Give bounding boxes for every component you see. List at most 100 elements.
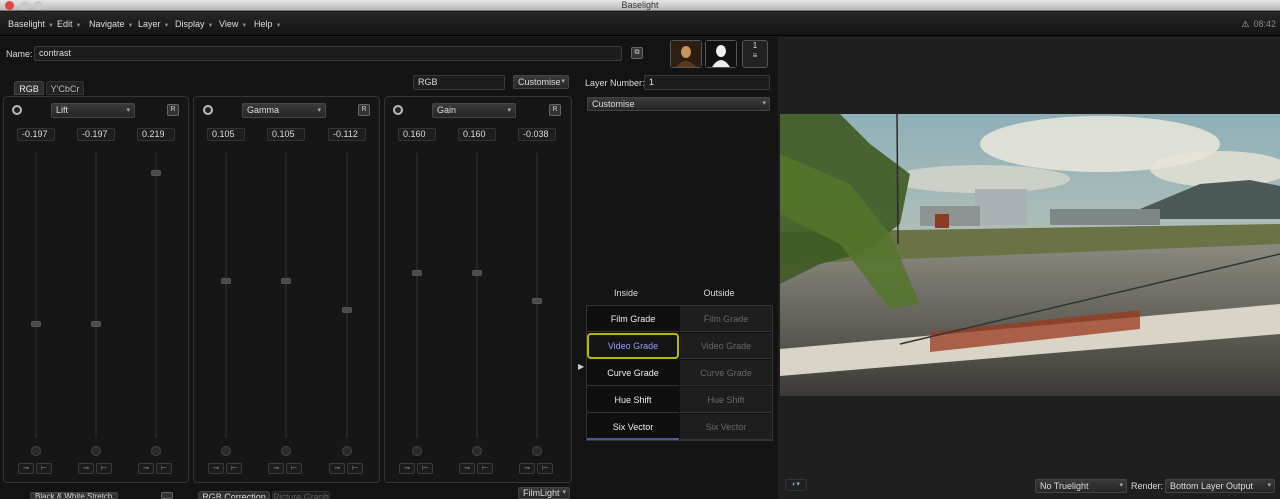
lift-blue-keyframe-icon[interactable]: ⊸: [138, 463, 154, 474]
tab-picture-graph[interactable]: Picture Graph: [272, 491, 330, 499]
gain-green-slider-handle[interactable]: [472, 269, 482, 276]
gain-green-value-field[interactable]: 0.160: [458, 128, 496, 141]
gamma-red-reset-knob[interactable]: [221, 446, 231, 456]
thumbnail-before[interactable]: [670, 40, 702, 68]
name-input[interactable]: contrast: [34, 46, 622, 61]
menu-layer[interactable]: Layer ▼: [138, 12, 169, 38]
gain-blue-reset-knob[interactable]: [532, 446, 542, 456]
menu-navigate[interactable]: Navigate ▼: [89, 12, 133, 38]
filmlight-select[interactable]: FilmLight ▾: [518, 487, 570, 499]
gamma-blue-reset-knob[interactable]: [342, 446, 352, 456]
lift-blue-value-field[interactable]: 0.219: [137, 128, 175, 141]
right-customise-select[interactable]: Customise ▾: [587, 97, 770, 111]
gain-enable-toggle[interactable]: [393, 105, 403, 115]
gain-blue-keyframe-icon[interactable]: ⊸: [519, 463, 535, 474]
six-vector-inside-button[interactable]: Six Vector: [587, 414, 679, 440]
lift-red-reset-knob[interactable]: [31, 446, 41, 456]
video-grade-inside-button[interactable]: Video Grade: [587, 333, 679, 359]
gamma-red-value-field[interactable]: 0.105: [207, 128, 245, 141]
gamma-reset-icon[interactable]: R: [358, 104, 370, 116]
gain-reset-icon[interactable]: R: [549, 104, 561, 116]
preset-menu-icon[interactable]: [161, 492, 173, 499]
video-grade-outside-button[interactable]: Video Grade: [680, 333, 772, 359]
gamma-red-keyframe-icon[interactable]: ⊸: [208, 463, 224, 474]
hue-shift-inside-button[interactable]: Hue Shift: [587, 387, 679, 413]
menu-view[interactable]: View ▼: [219, 12, 247, 38]
expand-arrow-icon[interactable]: ▶: [578, 362, 584, 371]
lift-red-keyframe-icon[interactable]: ⊸: [18, 463, 34, 474]
tab-rgb[interactable]: RGB: [14, 81, 44, 95]
layer-stack-button[interactable]: 1 ≡: [742, 40, 768, 68]
lift-red-graph-icon[interactable]: ⊢: [36, 463, 52, 474]
lift-green-keyframe-icon[interactable]: ⊸: [78, 463, 94, 474]
gamma-green-graph-icon[interactable]: ⊢: [286, 463, 302, 474]
gain-red-slider-handle[interactable]: [412, 269, 422, 276]
gain-green-graph-icon[interactable]: ⊢: [477, 463, 493, 474]
lift-enable-toggle[interactable]: [12, 105, 22, 115]
hue-shift-outside-button[interactable]: Hue Shift: [680, 387, 772, 413]
lift-green-value-field[interactable]: -0.197: [77, 128, 115, 141]
gamma-blue-keyframe-icon[interactable]: ⊸: [329, 463, 345, 474]
truelight-select[interactable]: No Truelight ▾: [1035, 479, 1127, 493]
lift-green-slider-handle[interactable]: [91, 321, 101, 328]
gain-green-slider-track[interactable]: [476, 153, 478, 438]
lift-green-graph-icon[interactable]: ⊢: [96, 463, 112, 474]
menu-display[interactable]: Display ▼: [175, 12, 213, 38]
gamma-blue-slider-handle[interactable]: [342, 306, 352, 313]
six-vector-outside-button[interactable]: Six Vector: [680, 414, 772, 440]
gain-red-value-field[interactable]: 0.160: [398, 128, 436, 141]
menu-help[interactable]: Help ▼: [254, 12, 281, 38]
preset-select[interactable]: Black & White Stretch: [30, 492, 118, 499]
gain-red-keyframe-icon[interactable]: ⊸: [399, 463, 415, 474]
lift-green-slider-track[interactable]: [95, 153, 97, 438]
gain-green-reset-knob[interactable]: [472, 446, 482, 456]
tab-ycbcr[interactable]: Y'CbCr: [46, 81, 84, 95]
lift-select[interactable]: Lift: [51, 103, 135, 118]
gain-red-graph-icon[interactable]: ⊢: [417, 463, 433, 474]
customise-select[interactable]: Customise ▾: [513, 75, 569, 89]
gain-red-slider-track[interactable]: [416, 153, 418, 438]
gamma-green-reset-knob[interactable]: [281, 446, 291, 456]
lift-reset-icon[interactable]: R: [167, 104, 179, 116]
gain-blue-value-field[interactable]: -0.038: [518, 128, 556, 141]
tab-rgb-correction[interactable]: RGB Correction: [198, 491, 270, 499]
curve-grade-outside-button[interactable]: Curve Grade: [680, 360, 772, 386]
gamma-red-slider-handle[interactable]: [221, 278, 231, 285]
thumbnail-after[interactable]: [705, 40, 737, 68]
curve-grade-inside-button[interactable]: Curve Grade: [587, 360, 679, 386]
gain-blue-slider-handle[interactable]: [532, 298, 542, 305]
color-space-field[interactable]: RGB: [413, 75, 505, 90]
lift-blue-reset-knob[interactable]: [151, 446, 161, 456]
gain-green-keyframe-icon[interactable]: ⊸: [459, 463, 475, 474]
gamma-blue-graph-icon[interactable]: ⊢: [347, 463, 363, 474]
gamma-enable-toggle[interactable]: [203, 105, 213, 115]
gamma-green-keyframe-icon[interactable]: ⊸: [268, 463, 284, 474]
gamma-blue-value-field[interactable]: -0.112: [328, 128, 366, 141]
film-grade-outside-button[interactable]: Film Grade: [680, 306, 772, 332]
gain-red-reset-knob[interactable]: [412, 446, 422, 456]
lift-red-value-field[interactable]: -0.197: [17, 128, 55, 141]
name-copy-icon[interactable]: ⧉: [631, 47, 643, 59]
viewer-options-icon[interactable]: ◐▾: [785, 479, 807, 491]
lift-red-slider-handle[interactable]: [31, 321, 41, 328]
gamma-select[interactable]: Gamma: [242, 103, 326, 118]
gain-blue-graph-icon[interactable]: ⊢: [537, 463, 553, 474]
menu-edit[interactable]: Edit ▼: [57, 12, 81, 38]
menu-baselight[interactable]: Baselight ▼: [8, 12, 54, 38]
gamma-green-value-field[interactable]: 0.105: [267, 128, 305, 141]
film-grade-inside-button[interactable]: Film Grade: [587, 306, 679, 332]
lift-blue-slider-handle[interactable]: [151, 170, 161, 177]
layer-number-input[interactable]: 1: [644, 75, 770, 90]
render-select[interactable]: Bottom Layer Output ▾: [1165, 479, 1275, 493]
lift-red-slider-track[interactable]: [35, 153, 37, 438]
gain-select[interactable]: Gain: [432, 103, 516, 118]
gamma-blue-slider-track[interactable]: [346, 153, 348, 438]
gain-blue-slider-track[interactable]: [536, 153, 538, 438]
lift-blue-graph-icon[interactable]: ⊢: [156, 463, 172, 474]
warning-icon[interactable]: ⚠: [1241, 19, 1249, 29]
lift-green-reset-knob[interactable]: [91, 446, 101, 456]
gamma-red-slider-track[interactable]: [225, 153, 227, 438]
gamma-red-graph-icon[interactable]: ⊢: [226, 463, 242, 474]
gamma-green-slider-handle[interactable]: [281, 278, 291, 285]
gamma-green-slider-track[interactable]: [285, 153, 287, 438]
